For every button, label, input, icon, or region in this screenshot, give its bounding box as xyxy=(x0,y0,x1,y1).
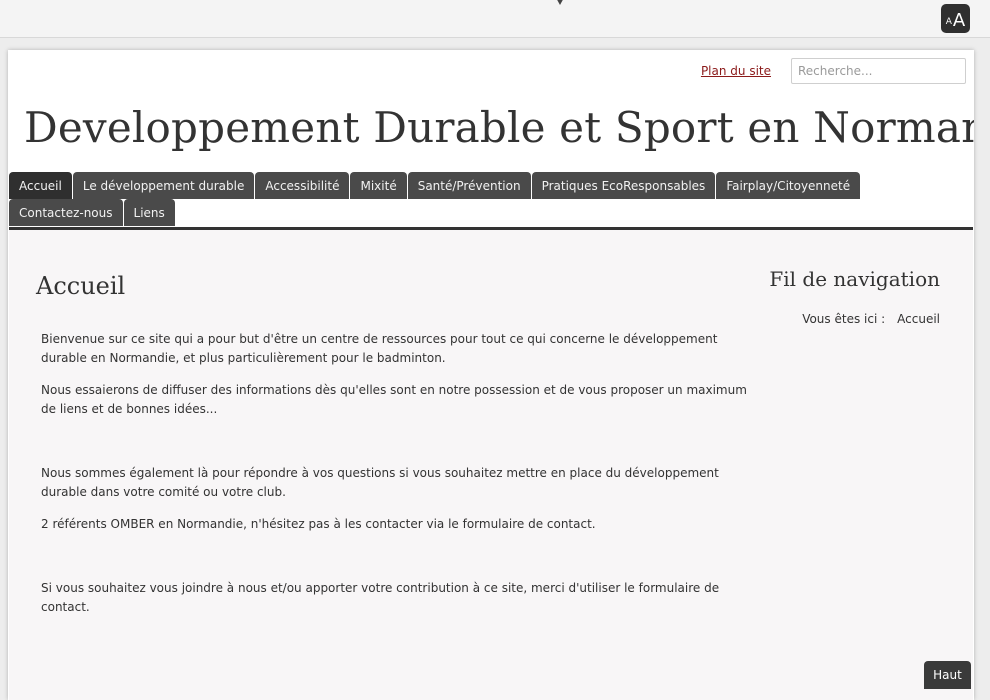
nav-item-accessibilite[interactable]: Accessibilité xyxy=(255,172,350,199)
breadcrumb-current[interactable]: Accueil xyxy=(897,312,940,326)
content-area: Accueil Bienvenue sur ce site qui a pour… xyxy=(9,230,973,700)
nav-item-liens[interactable]: Liens xyxy=(123,199,175,226)
paragraph-contribution: Si vous souhaitez vous joindre à nous et… xyxy=(41,581,720,614)
site-title[interactable]: Developpement Durable et Sport en Norman… xyxy=(24,103,974,152)
page-title: Accueil xyxy=(36,272,126,300)
nav-item-developpement-durable[interactable]: Le développement durable xyxy=(72,172,255,199)
text-size-button[interactable]: A A xyxy=(941,4,970,33)
nav-item-mixite[interactable]: Mixité xyxy=(350,172,407,199)
mouse-cursor-icon xyxy=(555,0,565,5)
site-title-wrapper: Developpement Durable et Sport en Norman… xyxy=(8,90,974,160)
page-container: Plan du site Developpement Durable et Sp… xyxy=(8,50,974,700)
back-to-top-button[interactable]: Haut xyxy=(924,661,971,689)
paragraph-diffusion: Nous essaierons de diffuser des informat… xyxy=(41,383,747,416)
search-input[interactable] xyxy=(791,58,966,84)
main-nav: Accueil Le développement durable Accessi… xyxy=(9,172,973,226)
text-size-large-icon: A xyxy=(952,10,966,31)
main-content: Bienvenue sur ce site qui a pour but d'ê… xyxy=(41,330,751,630)
header-utility-links: Plan du site xyxy=(701,58,966,84)
nav-item-fairplay-citoyennete[interactable]: Fairplay/Citoyenneté xyxy=(716,172,861,199)
browser-toolbar: A A xyxy=(0,0,990,38)
paragraph-welcome: Bienvenue sur ce site qui a pour but d'ê… xyxy=(41,332,718,365)
nav-item-pratiques-ecoresponsables[interactable]: Pratiques EcoResponsables xyxy=(531,172,716,199)
nav-item-contactez-nous[interactable]: Contactez-nous xyxy=(9,199,123,226)
paragraph-questions: Nous sommes également là pour répondre à… xyxy=(41,466,719,499)
breadcrumb: Vous êtes ici : Accueil xyxy=(802,312,940,326)
breadcrumb-prefix: Vous êtes ici : xyxy=(802,312,886,326)
sitemap-link[interactable]: Plan du site xyxy=(701,64,771,78)
paragraph-referents: 2 référents OMBER en Normandie, n'hésite… xyxy=(41,517,596,531)
breadcrumb-heading: Fil de navigation xyxy=(769,267,940,291)
nav-item-accueil[interactable]: Accueil xyxy=(9,172,72,199)
nav-item-sante-prevention[interactable]: Santé/Prévention xyxy=(407,172,531,199)
text-size-small-icon: A xyxy=(945,17,952,27)
